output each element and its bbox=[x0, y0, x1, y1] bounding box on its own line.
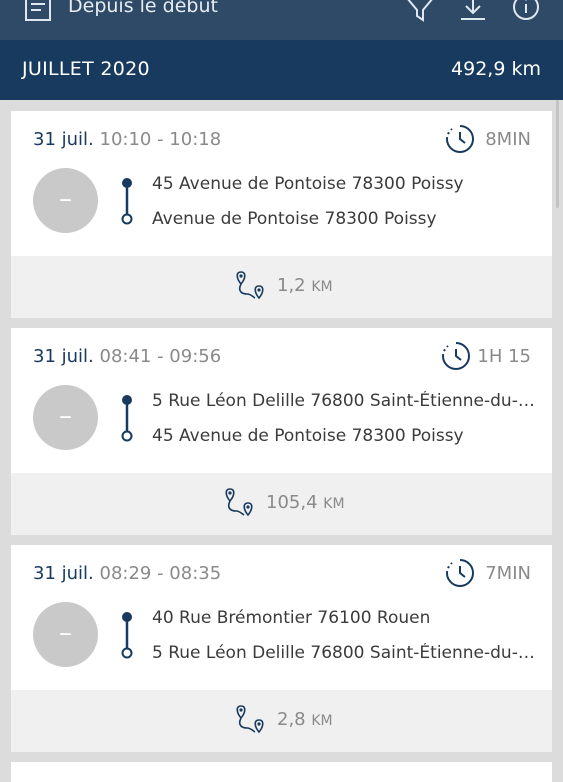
route-distance-icon bbox=[233, 270, 267, 304]
route-line-icon bbox=[117, 177, 137, 231]
trip-start-address: 45 Avenue de Pontoise 78300 Poissy bbox=[152, 174, 464, 194]
trip-distance: 105,4 KM bbox=[266, 492, 345, 513]
route-distance-icon bbox=[222, 487, 256, 521]
trip-footer: 105,4 KM bbox=[11, 473, 552, 535]
trip-duration: 8MIN bbox=[485, 129, 531, 150]
trip-duration: 1H 15 bbox=[477, 346, 531, 367]
trip-start-address: 5 Rue Léon Delille 76800 Saint-Étienne-d… bbox=[152, 391, 537, 411]
trip-card[interactable] bbox=[11, 762, 552, 782]
trip-card[interactable]: 31 juil. 08:41 - 09:56 1H 15 – 5 Rue Léo… bbox=[11, 328, 552, 535]
trip-time: 08:41 - 09:56 bbox=[99, 346, 222, 367]
trip-date: 31 juil. bbox=[33, 346, 94, 367]
trip-distance-value: 2,8 bbox=[277, 709, 306, 730]
trip-duration: 7MIN bbox=[485, 563, 531, 584]
trip-distance: 1,2 KM bbox=[277, 275, 333, 296]
trip-header: 31 juil. 10:10 - 10:18 bbox=[33, 129, 221, 150]
clock-icon bbox=[444, 124, 476, 158]
toolbar: Depuis le début bbox=[0, 0, 563, 40]
trip-time: 08:29 - 08:35 bbox=[99, 563, 222, 584]
trip-date: 31 juil. bbox=[33, 129, 94, 150]
trip-end-address: Avenue de Pontoise 78300 Poissy bbox=[152, 209, 437, 229]
info-icon[interactable] bbox=[511, 0, 541, 28]
trip-header: 31 juil. 08:29 - 08:35 bbox=[33, 563, 221, 584]
trip-end-address: 45 Avenue de Pontoise 78300 Poissy bbox=[152, 426, 464, 446]
trip-header: 31 juil. 08:41 - 09:56 bbox=[33, 346, 221, 367]
trip-footer: 1,2 KM bbox=[11, 256, 552, 318]
download-icon[interactable] bbox=[458, 0, 488, 28]
trip-avatar: – bbox=[33, 168, 98, 233]
trip-distance-unit: KM bbox=[311, 279, 333, 295]
trip-distance-value: 105,4 bbox=[266, 492, 318, 513]
trip-distance-unit: KM bbox=[311, 713, 333, 729]
trip-avatar: – bbox=[33, 602, 98, 667]
document-icon[interactable] bbox=[24, 0, 52, 26]
trip-end-address: 5 Rue Léon Delille 76800 Saint-Étienne-d… bbox=[152, 643, 537, 663]
route-distance-icon bbox=[233, 704, 267, 738]
trip-start-address: 40 Rue Brémontier 76100 Rouen bbox=[152, 608, 431, 628]
trip-distance-value: 1,2 bbox=[277, 275, 306, 296]
route-line-icon bbox=[117, 611, 137, 665]
route-line-icon bbox=[117, 394, 137, 448]
trip-card[interactable]: 31 juil. 10:10 - 10:18 8MIN – 45 Avenue … bbox=[11, 111, 552, 318]
clock-icon bbox=[440, 341, 472, 375]
trip-date: 31 juil. bbox=[33, 563, 94, 584]
trip-time: 10:10 - 10:18 bbox=[99, 129, 222, 150]
trip-avatar: – bbox=[33, 385, 98, 450]
clock-icon bbox=[444, 558, 476, 592]
month-header: JUILLET 2020 492,9 km bbox=[0, 40, 563, 100]
trip-distance: 2,8 KM bbox=[277, 709, 333, 730]
trip-distance-unit: KM bbox=[323, 496, 345, 512]
trip-footer: 2,8 KM bbox=[11, 690, 552, 752]
period-filter-label[interactable]: Depuis le début bbox=[68, 0, 218, 17]
filter-icon[interactable] bbox=[405, 0, 435, 28]
month-total-distance: 492,9 km bbox=[451, 58, 541, 80]
month-label: JUILLET 2020 bbox=[22, 58, 150, 80]
trip-card[interactable]: 31 juil. 08:29 - 08:35 7MIN – 40 Rue Bré… bbox=[11, 545, 552, 752]
scrollbar[interactable] bbox=[556, 100, 559, 208]
